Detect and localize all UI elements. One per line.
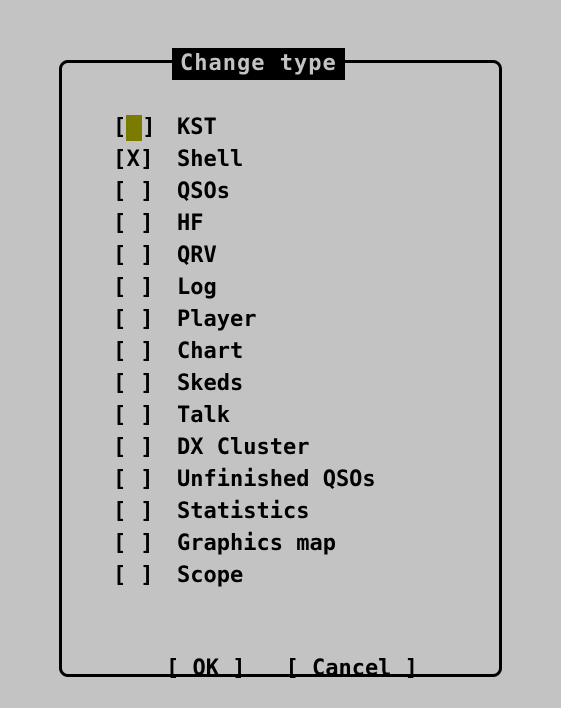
option-label: Player xyxy=(177,307,257,332)
checkbox-open-bracket: [ xyxy=(113,499,127,524)
option-label: Scope xyxy=(177,563,244,588)
checkbox-close-bracket: ] xyxy=(140,307,154,332)
option-label: Statistics xyxy=(177,499,310,524)
checkbox[interactable]: [ ] xyxy=(113,112,177,144)
checkbox-cursor xyxy=(126,115,143,141)
checkbox[interactable]: [ ] xyxy=(113,432,177,464)
checkbox-close-bracket: ] xyxy=(140,339,154,364)
checkbox[interactable]: [ ] xyxy=(113,176,177,208)
type-option-hf[interactable]: [ ] HF xyxy=(113,208,376,240)
checkbox[interactable]: [ ] xyxy=(113,336,177,368)
checkbox-close-bracket: ] xyxy=(140,243,154,268)
checkbox-mark xyxy=(126,240,140,272)
checkbox[interactable]: [ ] xyxy=(113,400,177,432)
checkbox-open-bracket: [ xyxy=(113,275,127,300)
checkbox-mark xyxy=(126,368,140,400)
checkbox-open-bracket: [ xyxy=(113,371,127,396)
checkbox-mark xyxy=(126,496,140,528)
checkbox-close-bracket: ] xyxy=(140,563,154,588)
type-option-player[interactable]: [ ] Player xyxy=(113,304,376,336)
cancel-button[interactable]: [ Cancel ] xyxy=(285,653,417,685)
checkbox-close-bracket: ] xyxy=(140,403,154,428)
type-option-shell[interactable]: [X] Shell xyxy=(113,144,376,176)
option-label: Graphics map xyxy=(177,531,336,556)
checkbox-close-bracket: ] xyxy=(140,179,154,204)
option-label: HF xyxy=(177,211,204,236)
checkbox-open-bracket: [ xyxy=(113,403,127,428)
checkbox-open-bracket: [ xyxy=(113,179,127,204)
checkbox-open-bracket: [ xyxy=(113,115,127,140)
checkbox-mark xyxy=(126,176,140,208)
type-option-skeds[interactable]: [ ] Skeds xyxy=(113,368,376,400)
type-option-kst[interactable]: [ ] KST xyxy=(113,112,376,144)
checkbox[interactable]: [ ] xyxy=(113,560,177,592)
dialog-title: Change type xyxy=(172,48,345,80)
type-option-chart[interactable]: [ ] Chart xyxy=(113,336,376,368)
checkbox[interactable]: [ ] xyxy=(113,528,177,560)
checkbox-close-bracket: ] xyxy=(140,467,154,492)
checkbox-open-bracket: [ xyxy=(113,467,127,492)
option-label: QSOs xyxy=(177,179,230,204)
option-label: Talk xyxy=(177,403,230,428)
checkbox-mark xyxy=(126,208,140,240)
checkbox[interactable]: [ ] xyxy=(113,272,177,304)
type-option-talk[interactable]: [ ] Talk xyxy=(113,400,376,432)
checkbox-mark: X xyxy=(126,147,140,172)
checkbox[interactable]: [ ] xyxy=(113,240,177,272)
type-option-statistics[interactable]: [ ] Statistics xyxy=(113,496,376,528)
option-label: Log xyxy=(177,275,217,300)
ok-button[interactable]: [ OK ] xyxy=(166,653,245,685)
checkbox-open-bracket: [ xyxy=(113,211,127,236)
checkbox-open-bracket: [ xyxy=(113,307,127,332)
checkbox-mark xyxy=(126,528,140,560)
checkbox[interactable]: [ ] xyxy=(113,304,177,336)
type-checklist: [ ] KST [X] Shell[ ] QSOs[ ] HF[ ] QRV[ ] Log[ … xyxy=(113,112,376,592)
checkbox-open-bracket: [ xyxy=(113,339,127,364)
type-option-qsos[interactable]: [ ] QSOs xyxy=(113,176,376,208)
type-option-scope[interactable]: [ ] Scope xyxy=(113,560,376,592)
checkbox-close-bracket: ] xyxy=(142,115,156,140)
type-option-dx-cluster[interactable]: [ ] DX Cluster xyxy=(113,432,376,464)
checkbox-mark xyxy=(126,464,140,496)
type-option-log[interactable]: [ ] Log xyxy=(113,272,376,304)
type-option-unfinished-qsos[interactable]: [ ] Unfinished QSOs xyxy=(113,464,376,496)
checkbox-mark xyxy=(126,560,140,592)
option-label: DX Cluster xyxy=(177,435,310,460)
checkbox-close-bracket: ] xyxy=(140,435,154,460)
screen: Change type [ ] KST [X] Shell[ ] QSOs[ ] HF[ … xyxy=(0,0,561,708)
checkbox-open-bracket: [ xyxy=(113,147,127,172)
checkbox-mark xyxy=(126,272,140,304)
option-label: QRV xyxy=(177,243,217,268)
checkbox-open-bracket: [ xyxy=(113,243,127,268)
checkbox[interactable]: [ ] xyxy=(113,208,177,240)
checkbox-open-bracket: [ xyxy=(113,435,127,460)
option-label: Unfinished QSOs xyxy=(177,467,376,492)
option-label: Chart xyxy=(177,339,244,364)
button-row: [ OK ][ Cancel ] xyxy=(113,621,418,681)
checkbox-mark xyxy=(126,304,140,336)
checkbox-open-bracket: [ xyxy=(113,563,127,588)
checkbox-close-bracket: ] xyxy=(140,147,154,172)
checkbox[interactable]: [ ] xyxy=(113,496,177,528)
option-label: KST xyxy=(177,115,217,140)
checkbox-mark xyxy=(126,400,140,432)
checkbox-close-bracket: ] xyxy=(140,531,154,556)
option-label: Shell xyxy=(177,147,244,172)
checkbox-close-bracket: ] xyxy=(140,371,154,396)
type-option-graphics-map[interactable]: [ ] Graphics map xyxy=(113,528,376,560)
checkbox-close-bracket: ] xyxy=(140,499,154,524)
checkbox-close-bracket: ] xyxy=(140,211,154,236)
checkbox[interactable]: [X] xyxy=(113,144,177,176)
checkbox[interactable]: [ ] xyxy=(113,464,177,496)
type-option-qrv[interactable]: [ ] QRV xyxy=(113,240,376,272)
checkbox-open-bracket: [ xyxy=(113,531,127,556)
option-label: Skeds xyxy=(177,371,244,396)
checkbox-mark xyxy=(126,336,140,368)
checkbox-close-bracket: ] xyxy=(140,275,154,300)
checkbox[interactable]: [ ] xyxy=(113,368,177,400)
checkbox-mark xyxy=(126,432,140,464)
